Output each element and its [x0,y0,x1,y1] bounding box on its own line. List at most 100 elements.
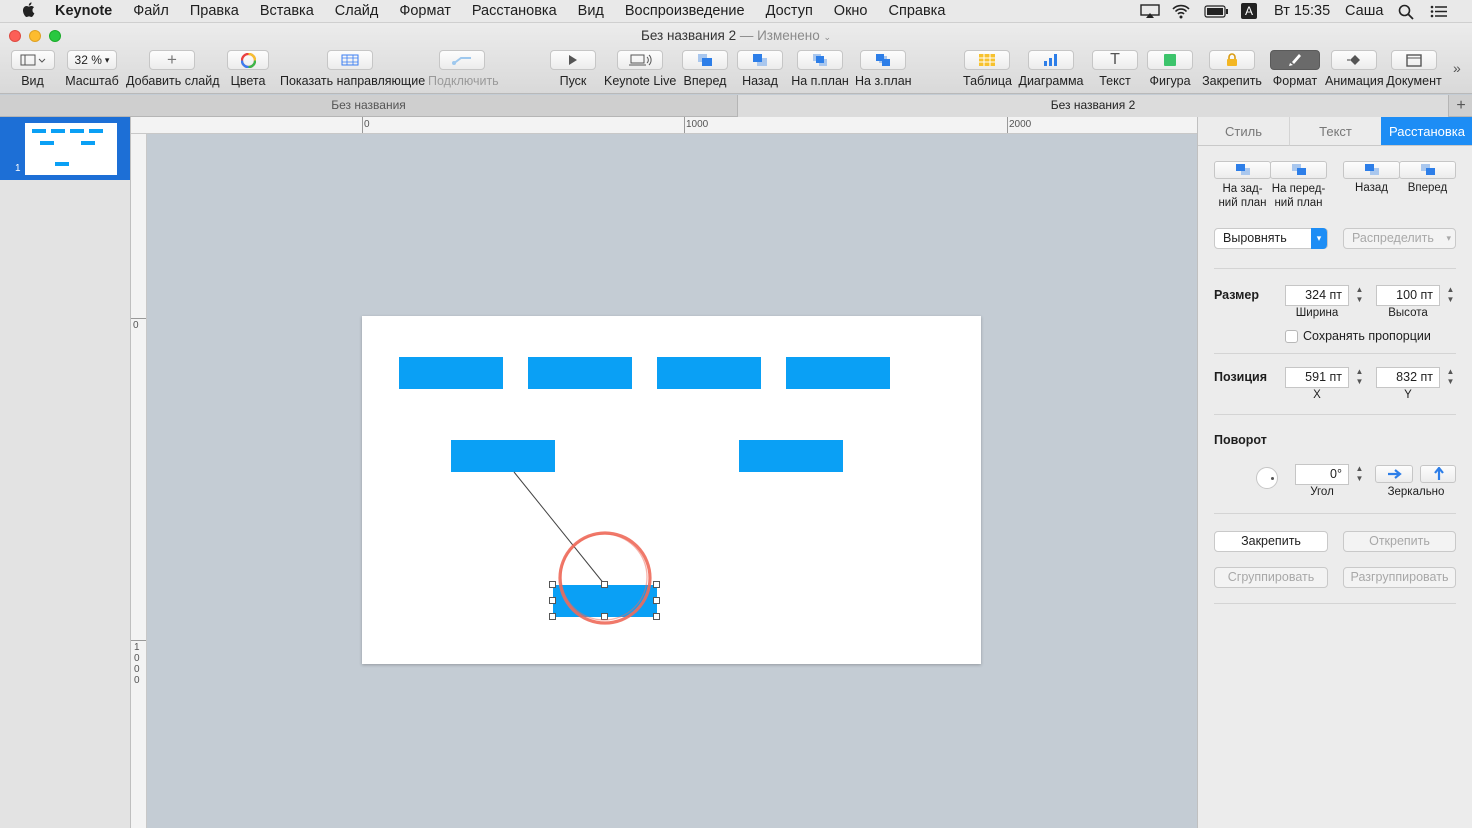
view-label: Вид [21,74,44,88]
document-button[interactable]: Документ [1385,50,1443,90]
text-button[interactable]: T Текст [1092,50,1138,90]
ungroup-button[interactable]: Разгруппировать [1343,567,1456,588]
y-position-field[interactable]: 832 пт [1376,367,1440,388]
send-backward-button[interactable]: Назад [737,50,783,90]
ruler-mark-2000: 2000 [1009,119,1032,130]
lock-button[interactable]: Закрепить [1202,50,1262,90]
battery-icon[interactable] [1204,5,1229,22]
tab-style[interactable]: Стиль [1198,117,1289,146]
flip-vertical-button[interactable] [1420,465,1456,483]
chart-button[interactable]: Диаграмма [1018,50,1084,90]
tab-untitled[interactable]: Без названия [0,95,737,117]
animate-button[interactable]: Анимация [1325,50,1384,90]
bring-to-front-button[interactable]: На перед- ний план [1270,161,1327,210]
constrain-proportions-checkbox[interactable] [1285,330,1298,343]
airplay-icon[interactable] [1140,4,1160,23]
bring-to-front-label: На п.план [791,74,849,88]
align-popup[interactable]: Выровнять ▾ [1214,228,1328,249]
ruler-mark-1000: 1000 [686,119,709,130]
tab-text[interactable]: Текст [1289,117,1381,146]
flip-label: Зеркально [1387,486,1445,498]
chevron-down-icon[interactable]: ⌄ [823,32,831,42]
send-backward-icon [1343,161,1400,179]
wifi-icon[interactable] [1171,3,1191,23]
menu-insert[interactable]: Вставка [260,3,314,19]
menu-share[interactable]: Доступ [766,3,813,19]
colors-button[interactable]: Цвета [226,50,270,90]
bring-forward-label: Вперед [683,74,727,88]
chevron-down-icon: ▾ [1311,228,1327,249]
lock-button[interactable]: Закрепить [1214,531,1328,552]
angle-field[interactable]: 0° [1295,464,1349,485]
width-label: Ширина [1295,307,1339,319]
y-position-stepper[interactable]: ▲ ▼ [1445,367,1456,388]
zoom-button[interactable]: 32 % ▾ Масштаб [64,50,120,90]
connection-line[interactable] [362,316,981,664]
play-button[interactable]: Пуск [550,50,596,90]
divider [1214,268,1456,269]
plus-icon: + [149,50,195,70]
document-name: Без названия 2 [640,28,737,43]
slide-thumbnail-1[interactable]: 1 [0,117,130,180]
toolbar-overflow-icon[interactable]: » [1453,60,1461,76]
document-label: Документ [1386,74,1442,88]
connect-button[interactable]: Подключить [428,50,499,90]
notification-center-icon[interactable] [1430,5,1448,22]
menu-play[interactable]: Воспроизведение [625,3,745,19]
menu-format[interactable]: Формат [399,3,451,19]
ruler-v-mark-1000: 1 0 0 0 [134,642,140,686]
view-button[interactable]: Вид [10,50,55,90]
distribute-popup[interactable]: Распределить ▾ [1343,228,1456,249]
distribute-label: Распределить [1352,231,1434,245]
format-button[interactable]: Формат [1269,50,1321,90]
bring-forward-icon [682,50,728,70]
menu-arrange[interactable]: Расстановка [472,3,557,19]
width-stepper[interactable]: ▲ ▼ [1354,285,1365,306]
slide-canvas[interactable] [147,134,1197,828]
bring-to-front-button[interactable]: На п.план [790,50,850,90]
tab-arrange[interactable]: Расстановка [1381,117,1472,146]
group-button[interactable]: Сгруппировать [1214,567,1328,588]
table-button[interactable]: Таблица [963,50,1012,90]
menu-file[interactable]: Файл [133,3,169,19]
menu-window[interactable]: Окно [834,3,868,19]
forward-button[interactable]: Вперед [1399,161,1456,194]
x-position-stepper[interactable]: ▲ ▼ [1354,367,1365,388]
menu-view[interactable]: Вид [578,3,604,19]
new-tab-button[interactable]: + [1450,95,1472,117]
align-label: Выровнять [1223,231,1287,245]
slide[interactable] [362,316,981,664]
y-label: Y [1404,389,1412,401]
height-stepper[interactable]: ▲ ▼ [1445,285,1456,306]
menu-app[interactable]: Keynote [55,3,112,19]
show-guides-button[interactable]: Показать направляющие [280,50,425,90]
unlock-button[interactable]: Открепить [1343,531,1456,552]
apple-icon[interactable] [22,1,35,21]
back-to-back-button[interactable]: На зад- ний план [1214,161,1271,210]
modified-status[interactable]: — Изменено [740,28,820,43]
send-to-back-button[interactable]: На з.план [855,50,912,90]
angle-stepper[interactable]: ▲ ▼ [1354,464,1365,485]
divider [1214,513,1456,514]
add-slide-button[interactable]: + Добавить слайд [126,50,220,90]
backward-button[interactable]: Назад [1343,161,1400,194]
width-field[interactable]: 324 пт [1285,285,1349,306]
rotation-dial[interactable] [1256,467,1278,489]
height-label: Высота [1388,307,1428,319]
input-source-icon[interactable]: A [1241,3,1257,19]
menu-edit[interactable]: Правка [190,3,239,19]
menu-help[interactable]: Справка [889,3,946,19]
height-field[interactable]: 100 пт [1376,285,1440,306]
flip-horizontal-button[interactable] [1375,465,1413,483]
shape-button[interactable]: Фигура [1147,50,1193,90]
x-position-field[interactable]: 591 пт [1285,367,1349,388]
user-name[interactable]: Саша [1345,3,1383,19]
tab-untitled-2[interactable]: Без названия 2 [737,95,1449,117]
clock[interactable]: Вт 15:35 [1274,3,1330,19]
bring-forward-button[interactable]: Вперед [682,50,728,90]
spotlight-search-icon[interactable] [1398,4,1414,24]
menu-slide[interactable]: Слайд [335,3,379,19]
keynote-live-button[interactable]: Keynote Live [604,50,676,90]
divider [1214,414,1456,415]
ruler-mark-0: 0 [364,119,370,130]
